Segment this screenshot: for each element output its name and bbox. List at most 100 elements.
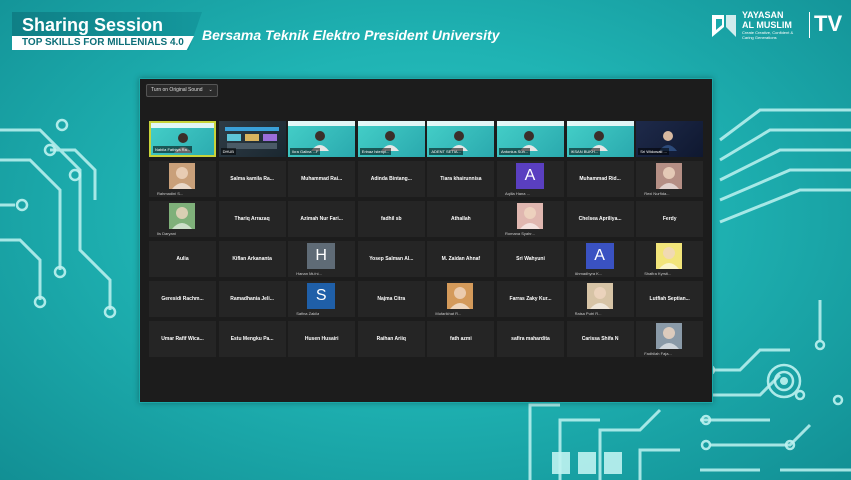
participant-tile[interactable]: Chelsea Apriliya... (566, 201, 634, 237)
mic-muted-icon (360, 350, 364, 355)
participant-tile[interactable]: Tiara khairunnisa (427, 161, 495, 197)
participant-tile[interactable]: Kiflan Arkananta (218, 241, 286, 277)
mic-muted-icon (499, 230, 503, 235)
participant-name: Yosep Salman Al... (369, 256, 414, 262)
participant-tile[interactable]: Sri Widowati ... (636, 121, 704, 157)
mic-muted-icon (429, 270, 433, 275)
participant-name: Ikra Galina ...F (290, 148, 321, 155)
participant-name: Ramadhania Jeli... (230, 296, 274, 302)
participant-tile[interactable]: H Hanan Mu'ni... (288, 241, 356, 277)
participant-tile[interactable]: Rexi Nurfida... (636, 161, 704, 197)
mic-muted-icon (499, 310, 503, 315)
participant-tile[interactable]: S Safina Zakila (288, 281, 356, 317)
participant-tile[interactable]: Estu Mengku Pa... (218, 321, 286, 357)
zoom-gallery-window: Turn on Original Sound ⌄ Nabila Fathiya R… (139, 78, 713, 403)
participant-tile[interactable]: Najma Citra (357, 281, 425, 317)
mic-muted-icon (638, 190, 642, 195)
participant-name: Antonius Suh... (499, 148, 531, 155)
participant-tile[interactable]: Geresidi Rachm... (149, 281, 216, 317)
participant-name: Najma Citra (377, 296, 406, 302)
video-header-strip (427, 121, 495, 126)
participant-tile[interactable]: Iis Daryani (149, 201, 216, 237)
mic-muted-icon (499, 350, 503, 355)
participant-tile[interactable]: fath azmi (427, 321, 495, 357)
logo-tagline: Create Creative, Confident & Caring Gene… (742, 30, 794, 40)
participant-tile[interactable]: Lutfiah Septian... (636, 281, 704, 317)
participant-tile[interactable]: Thariq Arrazaq (218, 201, 286, 237)
participant-name: Chelsea Apriliya... (578, 216, 622, 222)
original-sound-button[interactable]: Turn on Original Sound ⌄ (146, 84, 218, 97)
participant-name: DHUB (220, 148, 236, 155)
mic-muted-icon (151, 230, 155, 235)
participant-name: Sri Widowati ... (638, 148, 669, 155)
participant-tile[interactable]: Nabila Fathiya Ra... (149, 121, 216, 157)
participant-tile[interactable]: fadhil sb (357, 201, 425, 237)
participant-tile[interactable]: M. Zaidan Ahnaf (427, 241, 495, 277)
participant-tile[interactable]: Antonius Suh... (497, 121, 564, 157)
participant-name: Muhammad Rai... (301, 176, 343, 182)
participant-tile[interactable]: Fadhilah Faja... (636, 321, 704, 357)
profile-photo-icon (656, 243, 683, 269)
participant-tile[interactable]: Ramadhania Jeli... (218, 281, 286, 317)
participant-tile[interactable]: Yosep Salman Al... (357, 241, 425, 277)
participant-tile[interactable]: Azimah Nur Fari... (288, 201, 356, 237)
participant-name: Ahmadhyra K... (574, 271, 603, 276)
participant-avatar: A (585, 243, 614, 269)
participant-name: Kiflan Arkananta (232, 256, 272, 262)
participant-name: Adinda Bintang... (370, 176, 412, 182)
participant-tile[interactable]: A Ahmadhyra K... (566, 241, 634, 277)
participant-name: fadhil sb (381, 216, 402, 222)
participant-tile[interactable]: Romana Syahr... (497, 201, 564, 237)
profile-photo-icon (656, 323, 683, 349)
mic-muted-icon (360, 230, 364, 235)
participant-tile[interactable]: Adinda Bintang... (357, 161, 425, 197)
participant-tile[interactable]: Aulia (149, 241, 216, 277)
mic-muted-icon (429, 350, 433, 355)
participant-tile[interactable]: A Aqilla Hana ... (497, 161, 564, 197)
participant-name: Salma kamila Ra... (230, 176, 274, 182)
participant-tile[interactable]: DHUB (218, 121, 286, 157)
participant-tile[interactable]: Ikra Galina ...F (288, 121, 356, 157)
banner-subtitle: TOP SKILLS FOR MILLENIALS 4.0 (12, 36, 194, 50)
participant-tile[interactable]: Umar Rafif Wica... (149, 321, 216, 357)
participant-tile[interactable]: Muhammad Rai... (288, 161, 356, 197)
mic-muted-icon (569, 190, 573, 195)
participant-tile[interactable]: Raisa Putri R... (566, 281, 634, 317)
mic-muted-icon (638, 310, 642, 315)
participant-tile[interactable]: ADENT SETIA... (427, 121, 495, 157)
mic-muted-icon (290, 310, 294, 315)
participant-name: Hanan Mu'ni... (296, 271, 322, 276)
participant-tile[interactable]: Athallah (427, 201, 495, 237)
participant-name: Estu Mengku Pa... (230, 336, 274, 342)
participant-tile[interactable]: Farras Zaky Kur... (497, 281, 564, 317)
participant-tile[interactable]: Salma kamila Ra... (218, 161, 286, 197)
video-header-strip (497, 121, 564, 126)
mic-muted-icon (151, 350, 155, 355)
participant-tile[interactable]: Erinaz Istenpi... (357, 121, 425, 157)
mic-muted-icon (290, 230, 294, 235)
participant-tile[interactable]: Carissa Shifa N (566, 321, 634, 357)
participant-name: Safina Zakila (296, 311, 320, 316)
mic-muted-icon (429, 230, 433, 235)
participant-avatar: A (516, 163, 544, 189)
profile-photo-icon (586, 283, 613, 309)
participant-tile[interactable]: Ferdy (636, 201, 704, 237)
participant-tile[interactable]: Husen Husairi (288, 321, 356, 357)
participant-tile[interactable]: Muhammad Rid... (566, 161, 634, 197)
chevron-down-icon[interactable]: ⌄ (209, 87, 213, 93)
profile-photo-icon (447, 283, 474, 309)
participant-tile[interactable]: safira mahardita (497, 321, 564, 357)
original-sound-label: Turn on Original Sound (151, 87, 203, 93)
participant-tile[interactable]: Rahmadini S... (149, 161, 216, 197)
participant-name: Thariq Arrazaq (234, 216, 270, 222)
participant-tile[interactable]: Raihan Ariiq (357, 321, 425, 357)
mic-muted-icon (360, 310, 364, 315)
participant-tile[interactable]: IKSAN BUKH... (566, 121, 634, 157)
participant-name: Azimah Nur Fari... (300, 216, 343, 222)
participant-tile[interactable]: Sri Wahyuni (497, 241, 564, 277)
participant-tile[interactable]: Shafira Kyrsti... (636, 241, 704, 277)
mic-muted-icon (569, 310, 573, 315)
participant-tile[interactable]: Mufarikhat R... (427, 281, 495, 317)
participant-name: Nabila Fathiya Ra... (153, 146, 193, 153)
mic-muted-icon (360, 190, 364, 195)
